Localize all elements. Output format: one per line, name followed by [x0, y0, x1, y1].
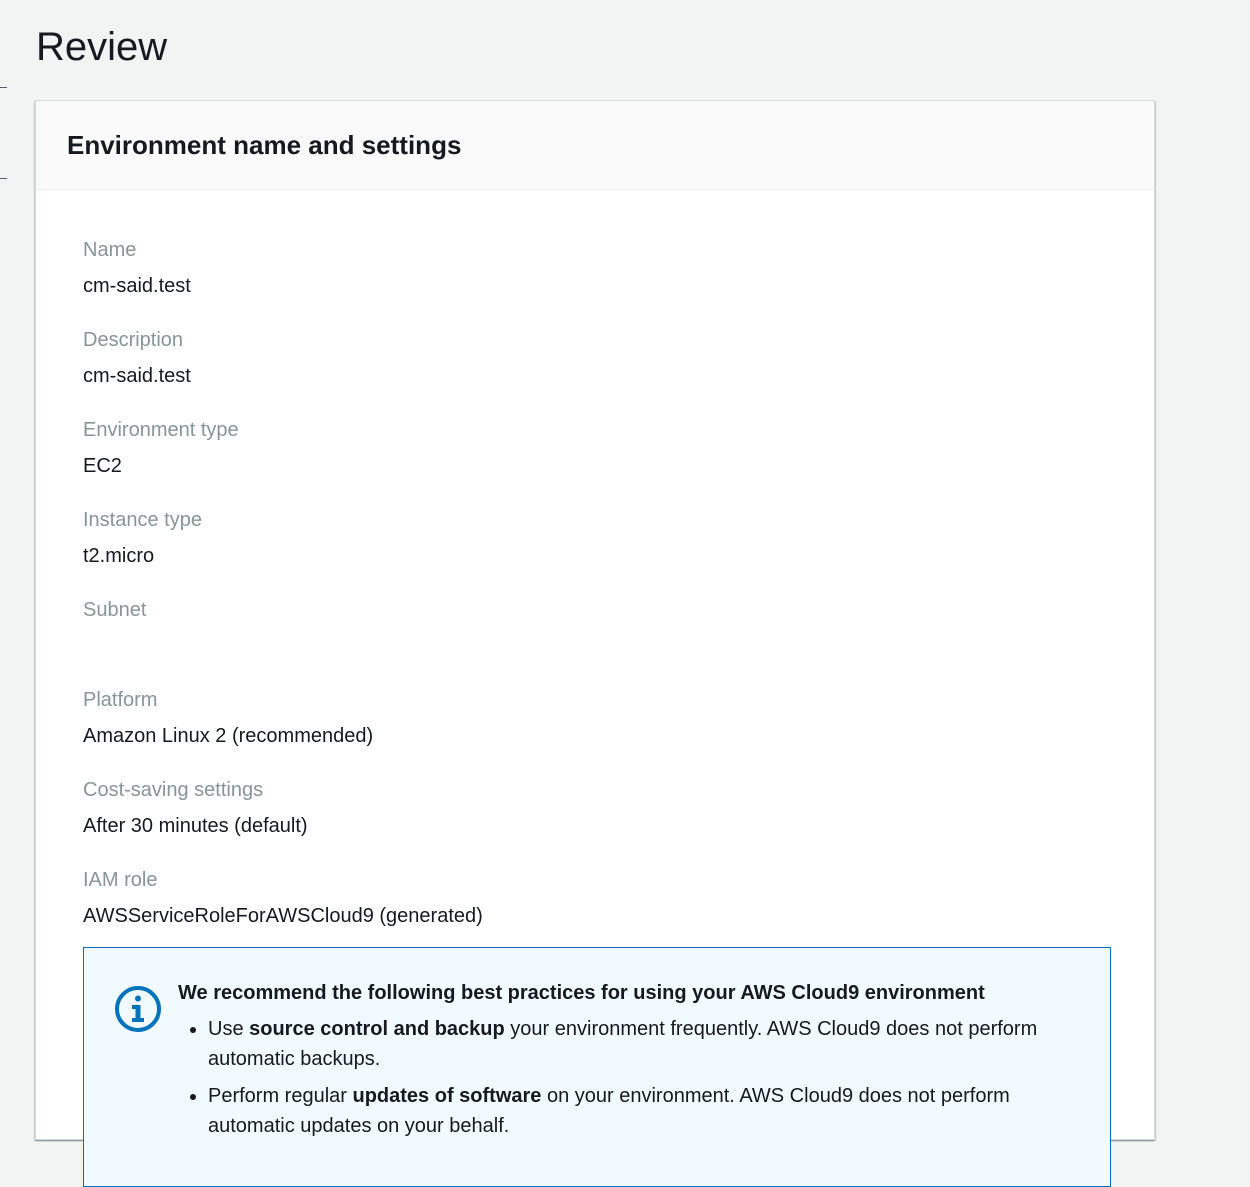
field-name: Name cm-said.test: [83, 236, 483, 326]
list-item: Use source control and backup your envir…: [208, 1014, 1080, 1074]
alert-content: We recommend the following best practice…: [178, 978, 1080, 1148]
list-item-emphasis: source control and backup: [249, 1018, 505, 1040]
field-subnet: Subnet: [83, 596, 483, 686]
list-item-prefix: Use: [208, 1018, 250, 1040]
field-label: Subnet: [83, 599, 147, 621]
field-value: cm-said.test: [83, 365, 191, 387]
panel-title: Environment name and settings: [67, 129, 462, 160]
field-value: AWSServiceRoleForAWSCloud9 (generated): [83, 905, 483, 927]
settings-field-list: Name cm-said.test Description cm-said.te…: [83, 236, 483, 956]
field-label: Description: [83, 329, 184, 351]
field-label: Name: [83, 239, 137, 261]
field-platform: Platform Amazon Linux 2 (recommended): [83, 686, 483, 776]
field-label: Cost-saving settings: [83, 779, 264, 801]
field-description: Description cm-said.test: [83, 326, 483, 416]
list-item-emphasis: updates of software: [352, 1085, 542, 1107]
field-value: cm-said.test: [83, 275, 191, 297]
list-item-prefix: Perform regular: [208, 1085, 353, 1107]
panel-header: Environment name and settings: [36, 101, 1154, 190]
field-iam-role: IAM role AWSServiceRoleForAWSCloud9 (gen…: [83, 866, 483, 956]
field-cost-saving-settings: Cost-saving settings After 30 minutes (d…: [83, 776, 483, 866]
best-practices-info-alert: We recommend the following best practice…: [83, 947, 1111, 1187]
field-label: Environment type: [83, 419, 239, 441]
nav-edge-divider: [0, 178, 7, 179]
field-environment-type: Environment type EC2: [83, 416, 483, 506]
field-label: Instance type: [83, 509, 202, 531]
field-label: Platform: [83, 689, 158, 711]
field-label: IAM role: [83, 869, 158, 891]
field-value: t2.micro: [83, 545, 155, 567]
nav-edge-divider: [0, 87, 7, 88]
field-value: EC2: [83, 455, 122, 477]
alert-title: We recommend the following best practice…: [178, 982, 985, 1004]
list-item: Perform regular updates of software on y…: [208, 1081, 1080, 1141]
info-icon: [115, 986, 161, 1032]
field-instance-type: Instance type t2.micro: [83, 506, 483, 596]
field-value: Amazon Linux 2 (recommended): [83, 725, 374, 747]
page-title: Review: [36, 25, 168, 69]
field-value: After 30 minutes (default): [83, 815, 308, 837]
environment-settings-panel: Environment name and settings Name cm-sa…: [35, 100, 1155, 1187]
